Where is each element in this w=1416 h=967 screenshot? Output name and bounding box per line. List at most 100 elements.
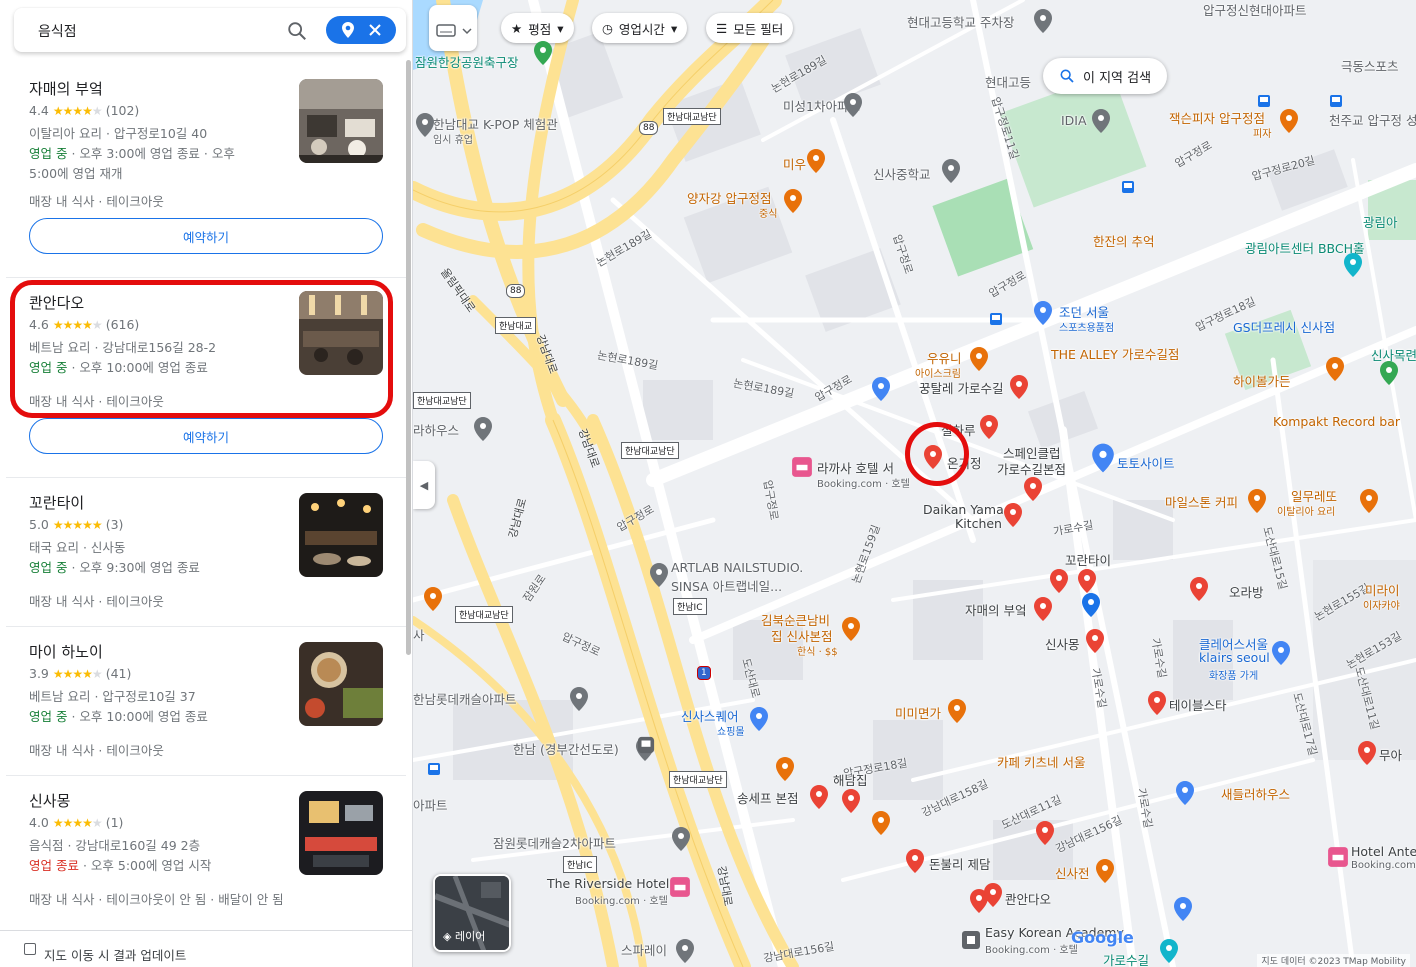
shopping-pin-icon[interactable] <box>749 706 769 732</box>
place-label[interactable]: 꼬란타이 <box>1065 550 1111 569</box>
place-label[interactable]: 사 <box>413 625 425 644</box>
place-label[interactable]: 신사중학교 <box>873 164 931 183</box>
result-card[interactable]: 꼬란타이 5.0 ★★★★★ (3) 태국 요리 · 신사동 영업 중 · 오후… <box>6 478 406 627</box>
place-label[interactable]: 압구정신현대아파트 <box>1203 0 1307 19</box>
place-label[interactable]: 한잔의 추억 <box>1093 231 1154 250</box>
shopping-pin-icon[interactable] <box>1175 780 1195 806</box>
place-label[interactable]: 가로수길 <box>1103 950 1149 967</box>
restaurant-pin-icon[interactable] <box>979 414 999 440</box>
restaurant-pin-icon[interactable] <box>423 586 443 612</box>
restaurant-pin-icon[interactable] <box>947 698 967 724</box>
place-label[interactable]: 새들러하우스 <box>1221 784 1290 803</box>
landmark-pin-icon[interactable] <box>1159 938 1179 964</box>
restaurant-pin-icon[interactable] <box>1247 488 1267 514</box>
place-name[interactable]: 자매의 부엌 <box>29 78 103 99</box>
result-card[interactable]: 자매의 부엌 4.4 ★★★★★ (102) 이탈리아 요리 · 압구정로10길… <box>6 62 406 278</box>
sidebar-scrollbar[interactable] <box>406 60 411 655</box>
place-label[interactable]: THE ALLEY 가로수길점 <box>1051 344 1179 363</box>
place-pin-icon[interactable] <box>415 112 435 138</box>
park-pin-icon[interactable] <box>533 40 553 66</box>
restaurant-pin-icon[interactable] <box>1357 740 1377 766</box>
place-label[interactable]: 콴안다오 <box>1005 889 1051 908</box>
restaurant-pin-icon[interactable] <box>1279 108 1299 134</box>
place-label[interactable]: 현대고등 <box>985 72 1031 91</box>
place-name[interactable]: 꼬란타이 <box>29 492 84 513</box>
search-icon[interactable] <box>286 20 308 42</box>
place-name[interactable]: 마이 하노이 <box>29 641 103 662</box>
bus-stop-icon[interactable] <box>1121 180 1135 194</box>
close-icon[interactable] <box>368 23 382 37</box>
restaurant-pin-icon[interactable] <box>841 616 861 642</box>
restaurant-pin-icon[interactable] <box>905 848 925 874</box>
location-pin-icon[interactable] <box>1091 442 1115 474</box>
restaurant-pin-icon[interactable] <box>983 882 1003 908</box>
shopping-pin-icon[interactable] <box>1271 640 1291 666</box>
restaurant-pin-icon[interactable] <box>1085 628 1105 654</box>
shopping-pin-icon[interactable] <box>1173 896 1193 922</box>
rating-filter-chip[interactable]: ★ 평점 ▾ <box>501 13 574 43</box>
place-photo[interactable] <box>299 791 383 875</box>
result-card[interactable]: 신사몽 4.0 ★★★★★ (1) 음식점 · 강남대로160길 49 2층 영… <box>6 776 406 926</box>
restaurant-pin-icon[interactable] <box>775 756 795 782</box>
place-label[interactable]: 오라방 <box>1229 582 1264 601</box>
place-label[interactable]: 해남집 <box>833 770 868 789</box>
restaurant-pin-icon[interactable] <box>1049 568 1069 594</box>
place-label[interactable]: IDIA <box>1061 113 1087 128</box>
place-label[interactable]: 무아 <box>1379 745 1402 764</box>
hours-filter-chip[interactable]: ◷ 영업시간 ▾ <box>592 13 688 43</box>
school-pin-icon[interactable] <box>941 158 961 184</box>
reserve-button[interactable]: 예약하기 <box>29 418 383 454</box>
restaurant-pin-icon[interactable] <box>1003 502 1023 528</box>
place-name[interactable]: 신사몽 <box>29 790 70 811</box>
bus-stop-icon[interactable] <box>1257 94 1271 108</box>
place-label[interactable]: 테이블스타 <box>1169 695 1227 714</box>
place-label[interactable]: The Riverside Hotel <box>547 876 669 891</box>
bus-stop-icon[interactable] <box>427 762 441 776</box>
place-label[interactable]: 토토사이트 <box>1117 453 1175 472</box>
place-pin-icon[interactable] <box>473 416 493 442</box>
bus-stop-icon[interactable] <box>1329 94 1343 108</box>
transit-icon[interactable] <box>637 736 655 754</box>
place-label[interactable]: GS더프레시 신사점 <box>1233 317 1335 336</box>
place-label[interactable]: 하이볼가든 <box>1233 371 1291 390</box>
restaurant-pin-icon[interactable] <box>1189 576 1209 602</box>
place-label[interactable]: 잠원롯데캐슬2차아파트 <box>493 833 616 852</box>
place-photo[interactable] <box>299 493 383 577</box>
place-label[interactable]: 광림아 <box>1363 212 1398 231</box>
layers-button[interactable]: ◈ 레이어 <box>433 874 511 952</box>
location-pin-icon[interactable] <box>340 21 356 39</box>
place-label[interactable]: 꿍탈레 가로수길 <box>919 378 1003 397</box>
place-label[interactable]: 아파트 <box>413 795 448 814</box>
place-pin-icon[interactable] <box>675 938 695 964</box>
place-pin-icon[interactable] <box>843 92 863 118</box>
place-label[interactable]: 천주교 압구정 성당 <box>1329 110 1416 129</box>
collapse-panel-button[interactable]: ◀ <box>413 461 435 509</box>
landmark-pin-icon[interactable] <box>1343 252 1363 278</box>
place-label[interactable]: 신사전 <box>1055 863 1090 882</box>
place-label[interactable]: 카페 키츠네 서울 <box>997 752 1085 771</box>
restaurant-pin-icon[interactable] <box>1359 488 1379 514</box>
reserve-button[interactable]: 예약하기 <box>29 218 383 254</box>
restaurant-pin-icon[interactable] <box>1023 476 1043 502</box>
place-label[interactable]: 한남롯데캐슬아파트 <box>413 689 517 708</box>
location-pin-icon[interactable] <box>1081 592 1101 618</box>
restaurant-pin-icon[interactable] <box>1035 820 1055 846</box>
hotel-icon[interactable] <box>669 876 691 898</box>
place-label[interactable]: Hotel Ante <box>1351 844 1416 859</box>
place-label[interactable]: 잭슨피자 압구정점 <box>1169 108 1265 127</box>
place-label[interactable]: 미미면가 <box>895 703 941 722</box>
update-on-move-label[interactable]: 지도 이동 시 결과 업데이트 <box>44 945 186 964</box>
restaurant-pin-icon[interactable] <box>1033 596 1053 622</box>
park-pin-icon[interactable] <box>1379 360 1399 386</box>
school-pin-icon[interactable] <box>1033 8 1053 34</box>
restaurant-pin-icon[interactable] <box>809 784 829 810</box>
all-filters-chip[interactable]: ☰ 모든 필터 <box>706 13 794 43</box>
place-label[interactable]: 송세프 본점 <box>737 788 798 807</box>
building-icon[interactable] <box>961 930 981 950</box>
restaurant-pin-icon[interactable] <box>1147 690 1167 716</box>
restaurant-pin-icon[interactable] <box>871 810 891 836</box>
place-pin-icon[interactable] <box>649 562 669 588</box>
place-pin-icon[interactable] <box>569 686 589 712</box>
hotel-icon[interactable] <box>791 456 813 478</box>
restaurant-pin-icon[interactable] <box>1009 374 1029 400</box>
